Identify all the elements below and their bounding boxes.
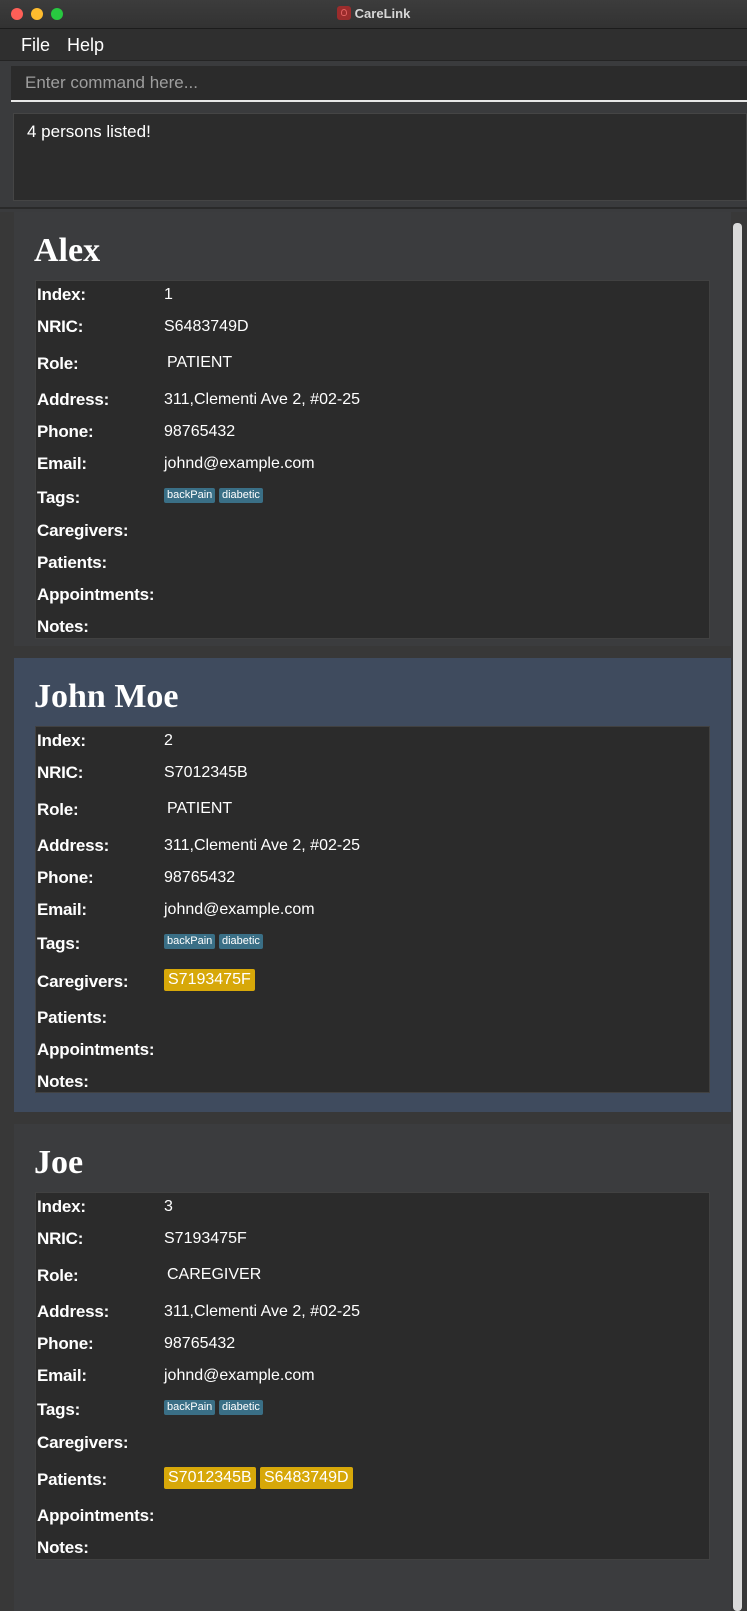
appointments-label: Appointments:: [37, 1506, 155, 1525]
tags-label: Tags:: [37, 1400, 81, 1419]
tags-label: Tags:: [37, 934, 81, 953]
window-title: CareLink: [354, 6, 411, 21]
app-icon: [336, 6, 351, 20]
address-label: Address:: [37, 390, 110, 409]
notes-label: Notes:: [37, 617, 89, 636]
result-message: 4 persons listed!: [27, 122, 151, 141]
person-card-selected[interactable]: John Moe Index: 2 NRIC: S7012345B Role: …: [14, 658, 731, 1112]
person-card[interactable]: Alex Index: 1 NRIC: S6483749D Role: PATI…: [14, 212, 731, 646]
address-value: 311,Clementi Ave 2, #02-25: [164, 1303, 360, 1320]
address-label: Address:: [37, 836, 110, 855]
index-value: 3: [164, 1198, 173, 1215]
phone-label: Phone:: [37, 422, 94, 441]
tag-chip: diabetic: [219, 1400, 263, 1415]
role-label: Role:: [37, 800, 79, 819]
email-value: johnd@example.com: [164, 901, 315, 918]
nric-value: S7193475F: [164, 1230, 247, 1247]
role-label: Role:: [37, 1266, 79, 1285]
notes-label: Notes:: [37, 1538, 89, 1557]
command-input[interactable]: [11, 66, 747, 100]
index-label: Index:: [37, 731, 86, 750]
window-titlebar: CareLink: [0, 0, 747, 29]
patient-nric-chip: S6483749D: [260, 1467, 353, 1489]
nric-value: S6483749D: [164, 318, 249, 335]
address-value: 311,Clementi Ave 2, #02-25: [164, 837, 360, 854]
index-label: Index:: [37, 1197, 86, 1216]
patient-nric-chip: S7012345B: [164, 1467, 256, 1489]
person-name: John Moe: [34, 678, 179, 715]
tag-chip: backPain: [164, 934, 216, 949]
result-display: 4 persons listed!: [13, 113, 747, 201]
caregivers-label: Caregivers:: [37, 972, 129, 991]
patients-label: Patients:: [37, 553, 107, 572]
person-list-panel[interactable]: Alex Index: 1 NRIC: S6483749D Role: PATI…: [0, 212, 747, 1611]
menu-file[interactable]: File: [21, 35, 50, 56]
phone-label: Phone:: [37, 868, 94, 887]
panel-divider: [0, 207, 747, 209]
email-label: Email:: [37, 1366, 87, 1385]
list-scrollbar[interactable]: [733, 223, 742, 1611]
appointments-label: Appointments:: [37, 585, 155, 604]
window-title-area: CareLink: [0, 0, 747, 28]
phone-value: 98765432: [164, 423, 236, 440]
person-details: Index: 2 NRIC: S7012345B Role: PATIENT A…: [35, 726, 710, 1093]
menu-help[interactable]: Help: [67, 35, 104, 56]
tag-chip: backPain: [164, 1400, 216, 1415]
command-box: [11, 66, 747, 102]
email-label: Email:: [37, 454, 87, 473]
caregiver-nric-chip: S7193475F: [164, 969, 255, 991]
menu-bar: File Help: [0, 29, 747, 61]
tags-label: Tags:: [37, 488, 81, 507]
nric-label: NRIC:: [37, 763, 84, 782]
patients-label: Patients:: [37, 1470, 107, 1489]
index-value: 2: [164, 732, 173, 749]
person-card[interactable]: Joe Index: 3 NRIC: S7193475F Role: CAREG…: [14, 1124, 731, 1611]
role-label: Role:: [37, 354, 79, 373]
index-value: 1: [164, 286, 173, 303]
patients-label: Patients:: [37, 1008, 107, 1027]
person-name: Joe: [34, 1144, 84, 1181]
index-label: Index:: [37, 285, 86, 304]
address-label: Address:: [37, 1302, 110, 1321]
phone-value: 98765432: [164, 1335, 236, 1352]
caregivers-label: Caregivers:: [37, 521, 129, 540]
email-label: Email:: [37, 900, 87, 919]
appointments-label: Appointments:: [37, 1040, 155, 1059]
email-value: johnd@example.com: [164, 1367, 315, 1384]
notes-label: Notes:: [37, 1072, 89, 1091]
tag-chip: diabetic: [219, 934, 263, 949]
phone-label: Phone:: [37, 1334, 94, 1353]
role-value: CAREGIVER: [167, 1266, 262, 1283]
phone-value: 98765432: [164, 869, 236, 886]
role-value: PATIENT: [167, 800, 233, 817]
tag-chip: diabetic: [219, 488, 263, 503]
nric-label: NRIC:: [37, 317, 84, 336]
address-value: 311,Clementi Ave 2, #02-25: [164, 391, 360, 408]
person-name: Alex: [34, 232, 101, 269]
tag-chip: backPain: [164, 488, 216, 503]
nric-value: S7012345B: [164, 764, 248, 781]
email-value: johnd@example.com: [164, 455, 315, 472]
caregivers-label: Caregivers:: [37, 1433, 129, 1452]
nric-label: NRIC:: [37, 1229, 84, 1248]
role-value: PATIENT: [167, 354, 233, 371]
person-details: Index: 3 NRIC: S7193475F Role: CAREGIVER…: [35, 1192, 710, 1560]
person-details: Index: 1 NRIC: S6483749D Role: PATIENT A…: [35, 280, 710, 639]
